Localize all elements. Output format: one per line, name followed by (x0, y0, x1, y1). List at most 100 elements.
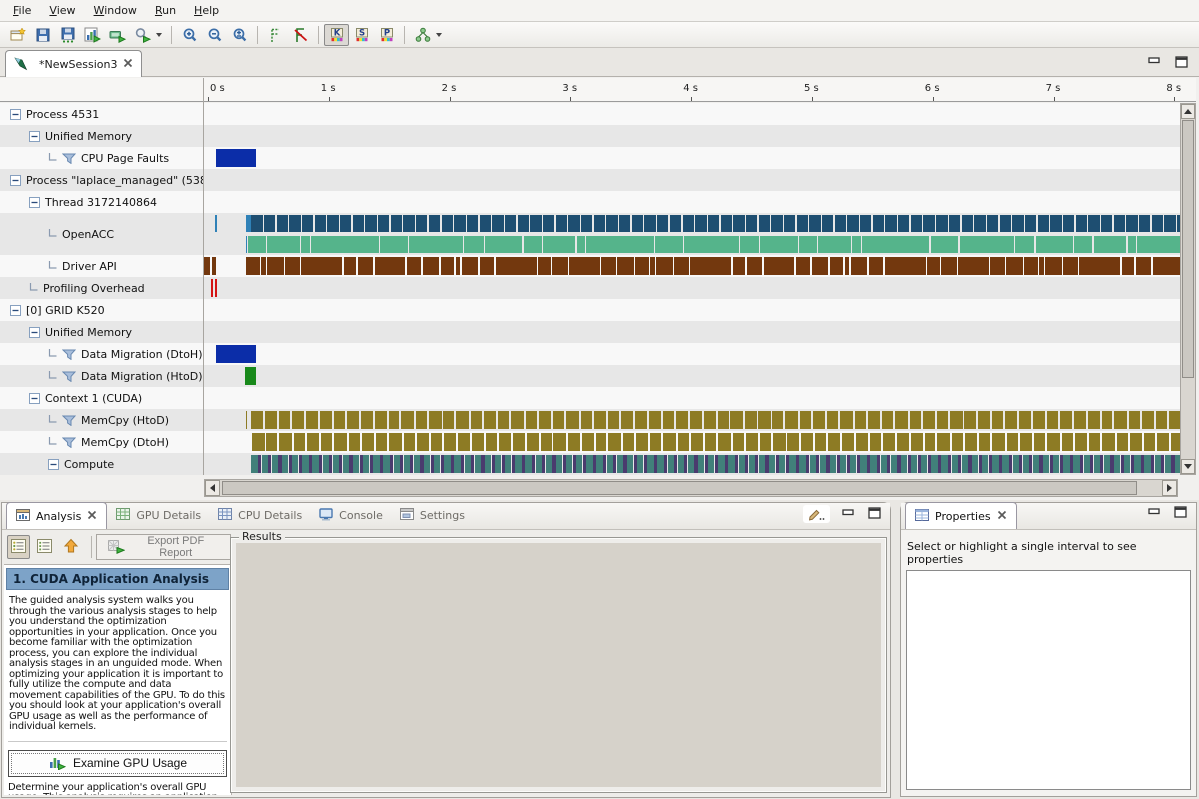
timeline-interval-bar[interactable] (678, 455, 684, 473)
timeline-interval-bar[interactable] (925, 433, 936, 451)
timeline-interval-bar[interactable] (931, 455, 937, 473)
timeline-interval-bar[interactable] (553, 411, 564, 429)
tree-item-context-1[interactable]: Context 1 (CUDA) (0, 387, 203, 409)
timeline-interval-bar[interactable] (315, 215, 326, 232)
timeline-interval-bar[interactable] (566, 411, 579, 429)
timeline-interval-bar[interactable] (937, 411, 948, 429)
timeline-interval-bar[interactable] (733, 257, 746, 275)
timeline-interval-bar[interactable] (539, 411, 551, 429)
timeline-interval-bar[interactable] (215, 279, 217, 297)
timeline-interval-bar[interactable] (787, 433, 798, 451)
timeline-interval-bar[interactable] (279, 411, 290, 429)
timeline-interval-bar[interactable] (1038, 215, 1049, 232)
menu-view[interactable]: View (40, 1, 84, 20)
timeline-interval-bar[interactable] (358, 257, 374, 275)
timeline-interval-bar[interactable] (327, 215, 338, 232)
timeline-interval-bar[interactable] (799, 236, 817, 253)
timeline-interval-bar[interactable] (431, 433, 442, 451)
timeline-interval-bar[interactable] (607, 455, 613, 473)
timeline-interval-bar[interactable] (566, 455, 572, 473)
timeline-interval-bar[interactable] (1144, 455, 1150, 473)
timeline-interval-bar[interactable] (818, 236, 851, 253)
timeline-interval-bar[interactable] (429, 411, 441, 429)
timeline-interval-bar[interactable] (434, 455, 440, 473)
tree-item-compute[interactable]: Compute (0, 453, 203, 475)
timeline-interval-bar[interactable] (923, 215, 934, 232)
export-pdf-button[interactable]: Export PDF Report (96, 534, 231, 560)
timeline-interval-bar[interactable] (471, 411, 482, 429)
timeline-interval-bar[interactable] (657, 455, 663, 473)
timeline-interval-bar[interactable] (1012, 215, 1023, 232)
timeline-interval-bar[interactable] (1033, 411, 1045, 429)
timeline-interval-bar[interactable] (704, 411, 716, 429)
tree-item-driver-api[interactable]: Driver API (0, 255, 203, 277)
collapse-toggle-icon[interactable] (10, 175, 21, 186)
timeline-interval-bar[interactable] (952, 433, 963, 451)
timeline-track-data-migration-dtoh[interactable] (204, 343, 1180, 365)
flag-forward-button[interactable] (263, 24, 288, 46)
timeline-interval-bar[interactable] (282, 455, 288, 473)
timeline-interval-bar[interactable] (941, 455, 947, 473)
timeline-interval-bar[interactable] (851, 257, 867, 275)
timeline-interval-bar[interactable] (306, 411, 317, 429)
timeline-interval-bar[interactable] (656, 257, 672, 275)
timeline-interval-bar[interactable] (323, 455, 329, 473)
timeline-interval-bar[interactable] (380, 236, 408, 253)
timeline-interval-bar[interactable] (594, 215, 605, 232)
timeline-interval-bar[interactable] (312, 455, 318, 473)
timeline-interval-bar[interactable] (923, 411, 935, 429)
timeline-interval-bar[interactable] (444, 455, 450, 473)
timeline-interval-bar[interactable] (885, 215, 896, 232)
timeline-interval-bar[interactable] (568, 433, 579, 451)
tree-item-unified-memory-gpu[interactable]: Unified Memory (0, 321, 203, 343)
timeline-track-memcpy-dtoh[interactable] (204, 431, 1180, 453)
timeline-interval-bar[interactable] (683, 215, 694, 232)
timeline-interval-bar[interactable] (505, 455, 511, 473)
timeline-interval-bar[interactable] (292, 411, 305, 429)
timeline-interval-bar[interactable] (760, 236, 797, 253)
timeline-interval-bar[interactable] (785, 411, 798, 429)
minimize-icon[interactable] (841, 507, 856, 522)
timeline-interval-bar[interactable] (799, 455, 805, 473)
new-session-button[interactable] (5, 24, 30, 46)
timeline-interval-bar[interactable] (881, 455, 887, 473)
timeline-interval-bar[interactable] (1006, 257, 1023, 275)
timeline-interval-bar[interactable] (860, 215, 871, 232)
timeline-interval-bar[interactable] (1033, 455, 1039, 473)
timeline-interval-bar[interactable] (992, 455, 998, 473)
timeline-interval-bar[interactable] (1024, 257, 1037, 275)
timeline-interval-bar[interactable] (740, 236, 759, 253)
timeline-interval-bar[interactable] (498, 411, 509, 429)
timeline-interval-bar[interactable] (556, 455, 562, 473)
timeline-interval-bar[interactable] (414, 455, 420, 473)
tree-item-unified-memory-host[interactable]: Unified Memory (0, 125, 203, 147)
timeline-interval-bar[interactable] (992, 433, 1005, 451)
timeline-interval-bar[interactable] (289, 215, 300, 232)
timeline-interval-bar[interactable] (301, 257, 342, 275)
timeline-interval-bar[interactable] (649, 411, 661, 429)
timeline-interval-bar[interactable] (1102, 411, 1113, 429)
timeline-interval-bar[interactable] (949, 215, 960, 232)
timeline-interval-bar[interactable] (937, 433, 950, 451)
timeline-interval-bar[interactable] (279, 433, 292, 451)
timeline-track-process-laplace[interactable] (204, 169, 1180, 191)
timeline-interval-bar[interactable] (1102, 433, 1115, 451)
timeline-track-openacc[interactable] (204, 213, 1180, 255)
collapse-toggle-icon[interactable] (29, 393, 40, 404)
timeline-interval-bar[interactable] (248, 236, 266, 253)
back-up-button[interactable] (59, 535, 82, 559)
minimize-icon[interactable] (1147, 55, 1162, 72)
timeline-interval-bar[interactable] (779, 455, 785, 473)
timeline-interval-bar[interactable] (344, 257, 357, 275)
timeline-interval-bar[interactable] (1165, 455, 1171, 473)
timeline-interval-bar[interactable] (1122, 257, 1135, 275)
tab-cpu-details[interactable]: CPU Details (209, 502, 310, 529)
timeline-interval-bar[interactable] (635, 257, 648, 275)
tab-console[interactable]: Console (310, 502, 391, 529)
timeline-interval-bar[interactable] (1089, 433, 1100, 451)
timeline-interval-bar[interactable] (361, 411, 372, 429)
timeline-interval-bar[interactable] (901, 455, 907, 473)
timeline-interval-bar[interactable] (911, 433, 923, 451)
timeline-interval-bar[interactable] (1139, 215, 1150, 232)
timeline-interval-bar[interactable] (862, 236, 930, 253)
